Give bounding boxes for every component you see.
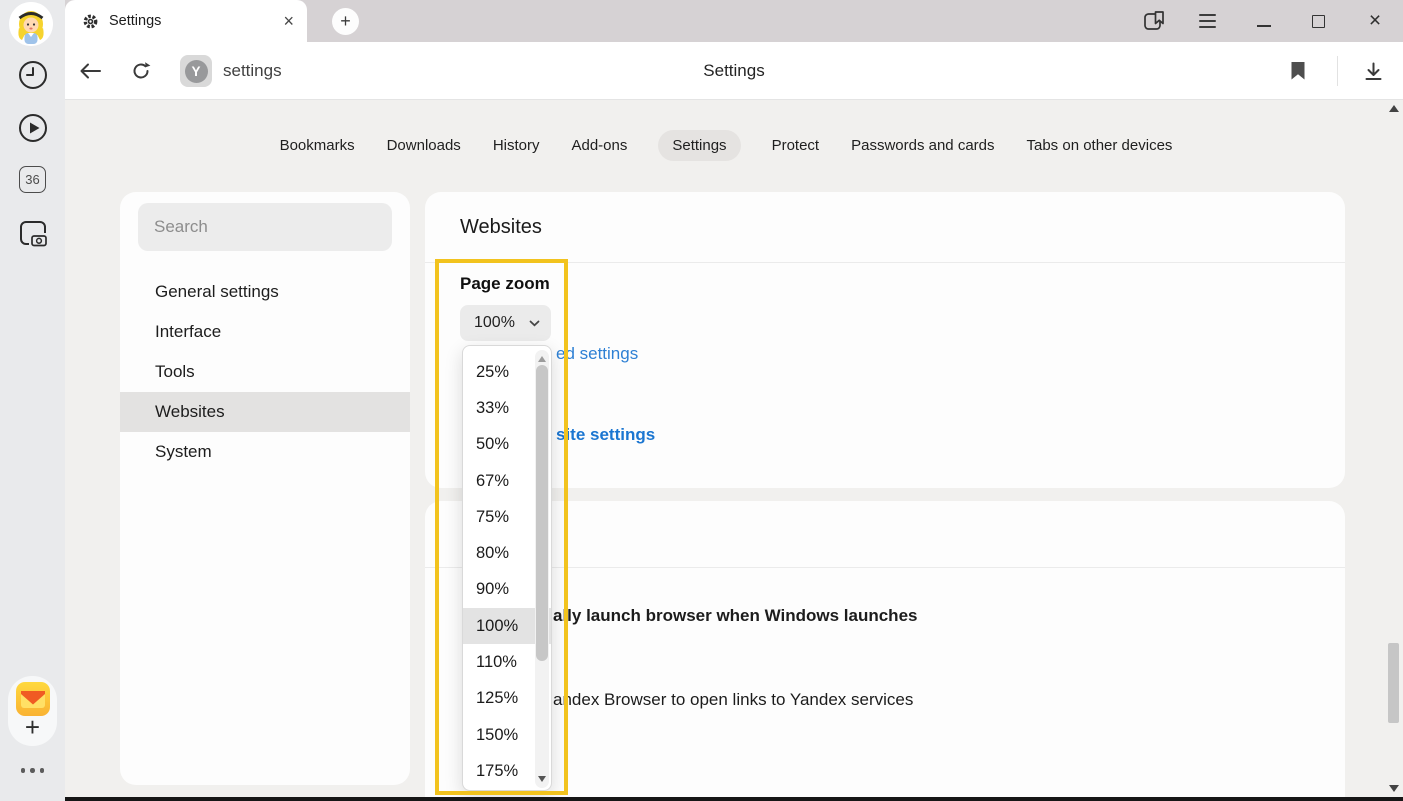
websites-card: Websites Page zoom 100% ed settings site… [425, 192, 1345, 488]
scroll-down-icon[interactable] [538, 776, 546, 782]
new-tab-button[interactable]: + [332, 8, 359, 35]
top-nav-item[interactable]: Add-ons [570, 130, 628, 161]
user-avatar[interactable] [9, 2, 53, 46]
launch-settings-card: ally launch browser when Windows launche… [425, 501, 1345, 801]
back-icon[interactable] [78, 42, 102, 100]
sidebar-services-pill: + [8, 676, 57, 746]
launch-browser-label-fragment: ally launch browser when Windows launche… [553, 606, 917, 626]
window-bottom-edge [65, 797, 1403, 801]
settings-menu: General settingsInterfaceToolsWebsitesSy… [120, 272, 410, 472]
dropdown-scrollbar-thumb[interactable] [536, 365, 548, 661]
tab-bar: Settings × + × [65, 0, 1403, 42]
sidebar-more-button[interactable] [0, 768, 65, 773]
address-bar-text[interactable]: settings [223, 42, 282, 100]
avatar-illustration [9, 2, 53, 46]
maximize-button[interactable] [1310, 0, 1326, 42]
page-zoom-label: Page zoom [460, 274, 550, 294]
tab-counter-value: 36 [19, 166, 46, 193]
active-tab[interactable]: Settings × [65, 0, 307, 42]
top-nav-item[interactable]: History [492, 130, 541, 161]
settings-menu-item[interactable]: Tools [120, 352, 410, 392]
settings-top-nav: Bookmarks Downloads History Add-ons Settings… [65, 129, 1387, 161]
top-nav-item[interactable]: Passwords and cards [850, 130, 995, 161]
dropdown-scrollbar[interactable] [535, 350, 549, 788]
app-sidebar: 36 + [0, 0, 65, 801]
page-scrollbar[interactable] [1386, 100, 1402, 797]
top-nav-item[interactable]: Downloads [386, 130, 462, 161]
screenshot-icon[interactable] [0, 217, 65, 249]
websites-heading: Websites [425, 192, 1345, 263]
navigation-bar: Y settings Settings [65, 42, 1403, 100]
scroll-up-icon[interactable] [538, 356, 546, 362]
refresh-icon[interactable] [131, 42, 151, 100]
top-nav-item[interactable]: Protect [771, 130, 821, 161]
open-links-label-fragment: andex Browser to open links to Yandex se… [553, 690, 913, 710]
bookmark-icon[interactable] [1290, 42, 1306, 100]
close-tab-icon[interactable]: × [283, 12, 294, 30]
site-badge[interactable]: Y [180, 55, 212, 87]
chevron-down-icon [529, 320, 540, 327]
add-service-button[interactable]: + [8, 712, 57, 742]
advanced-settings-link-fragment[interactable]: ed settings [556, 344, 638, 364]
tab-title: Settings [109, 13, 273, 29]
settings-menu-item[interactable]: General settings [120, 272, 410, 312]
play-media-icon[interactable] [0, 112, 65, 144]
minimize-button[interactable] [1256, 0, 1272, 42]
page-scroll-up-icon[interactable] [1389, 105, 1399, 112]
page-zoom-dropdown: 25%33%50%67%75%80%90%100%110%125%150%175… [462, 345, 552, 791]
yandex-logo: Y [185, 60, 208, 83]
menu-icon[interactable] [1197, 0, 1217, 42]
top-nav-item[interactable]: Bookmarks [279, 130, 356, 161]
history-icon[interactable] [0, 59, 65, 91]
settings-sidebar-card: General settingsInterfaceToolsWebsitesSy… [120, 192, 410, 785]
top-nav-item[interactable]: Settings [658, 130, 740, 161]
page-zoom-value: 100% [474, 314, 515, 332]
site-settings-link-fragment[interactable]: site settings [556, 425, 655, 445]
tab-counter-badge[interactable]: 36 [0, 166, 65, 193]
nav-divider [1337, 56, 1338, 86]
search-input[interactable] [138, 203, 392, 251]
gear-icon [82, 13, 99, 30]
bookmarks-panel-icon[interactable] [1141, 0, 1167, 42]
page-scrollbar-thumb[interactable] [1388, 643, 1399, 723]
page-zoom-select[interactable]: 100% [460, 305, 551, 341]
card-heading-divider [425, 501, 1345, 568]
settings-menu-item[interactable]: Interface [120, 312, 410, 352]
top-nav-item[interactable]: Tabs on other devices [1026, 130, 1174, 161]
page-scroll-down-icon[interactable] [1389, 785, 1399, 792]
window-close-button[interactable]: × [1366, 0, 1384, 42]
download-icon[interactable] [1364, 42, 1383, 100]
browser-window: 36 + [0, 0, 1403, 801]
settings-menu-item[interactable]: System [120, 432, 410, 472]
settings-menu-item[interactable]: Websites [120, 392, 410, 432]
